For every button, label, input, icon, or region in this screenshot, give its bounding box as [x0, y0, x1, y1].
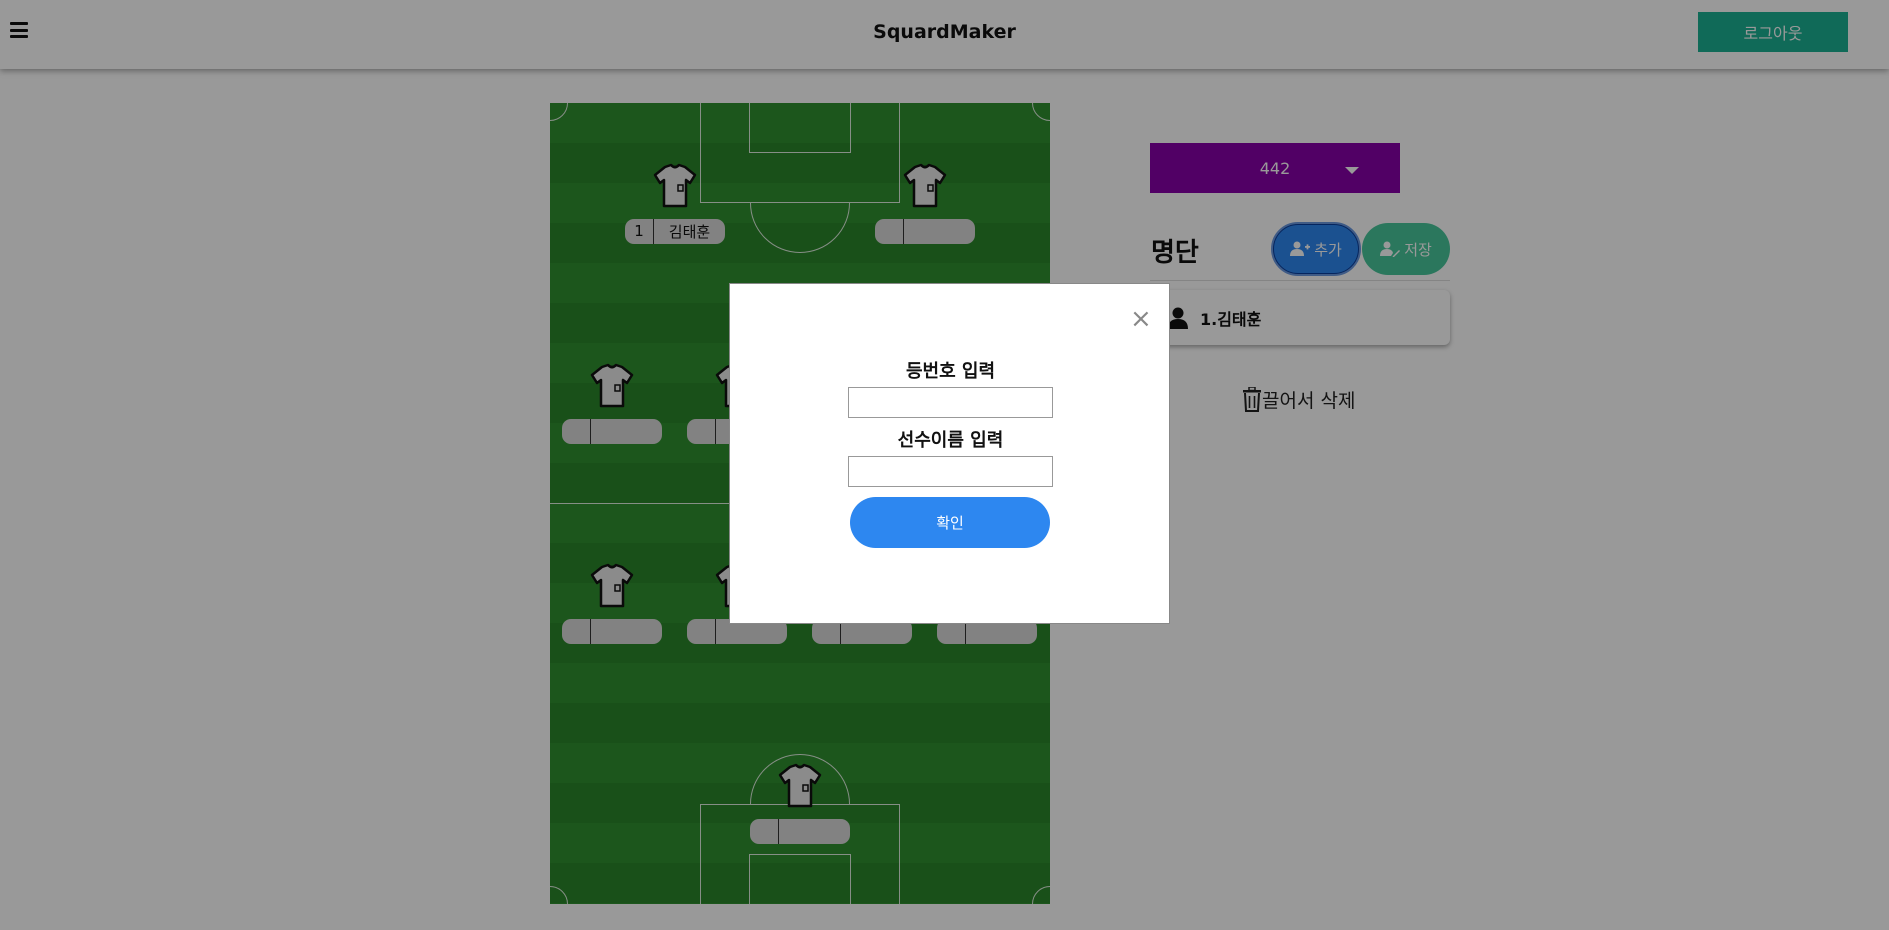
close-icon[interactable]: ×: [1130, 306, 1152, 332]
confirm-button[interactable]: 확인: [850, 497, 1050, 548]
name-input-label: 선수이름 입력: [897, 430, 1004, 451]
number-input[interactable]: [848, 387, 1053, 418]
number-input-label: 등번호 입력: [905, 361, 996, 382]
add-player-modal: × 등번호 입력 선수이름 입력 확인: [729, 283, 1170, 624]
name-input[interactable]: [848, 456, 1053, 487]
